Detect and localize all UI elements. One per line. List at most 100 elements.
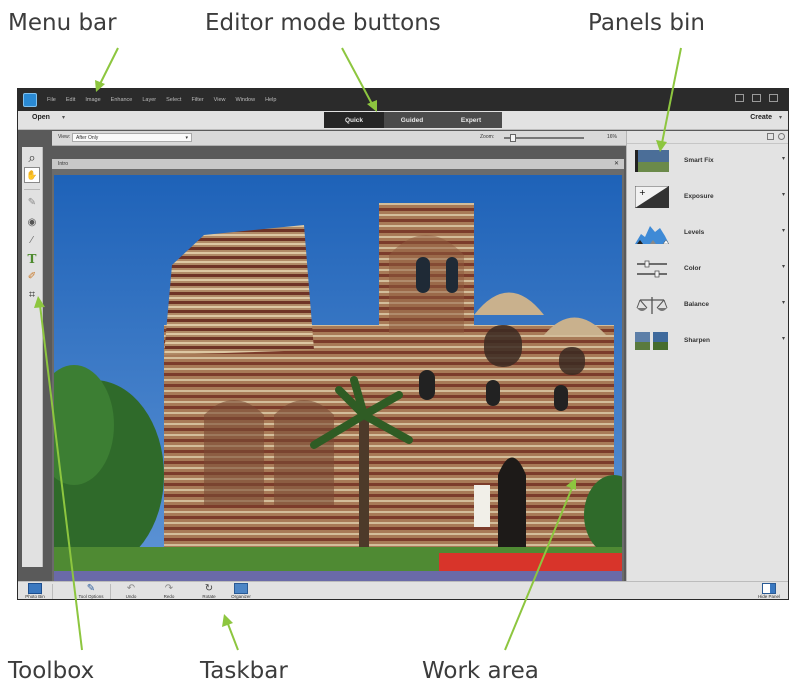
- toolbox-divider: [24, 189, 40, 190]
- panels-bin-header: [627, 131, 788, 144]
- document-tab[interactable]: Intro ✕: [52, 159, 624, 169]
- organizer-button[interactable]: Organizer: [228, 582, 254, 599]
- chevron-down-icon[interactable]: ▾: [782, 335, 785, 342]
- church-window: [486, 380, 500, 406]
- hide-panel-label: Hide Panel: [757, 594, 780, 599]
- panel-menu-icon[interactable]: [767, 133, 774, 140]
- menu-items: File Edit Image Enhance Layer Select Fil…: [47, 97, 286, 103]
- maximize-icon[interactable]: [752, 94, 761, 102]
- chevron-down-icon[interactable]: ▾: [782, 299, 785, 306]
- panel-color[interactable]: Color ▾: [627, 254, 788, 284]
- mode-expert-button[interactable]: Expert: [440, 112, 502, 128]
- callout-taskbar: Taskbar: [200, 658, 288, 684]
- callout-toolbox: Toolbox: [8, 658, 95, 684]
- redo-label: Redo: [163, 594, 175, 599]
- menu-enhance[interactable]: Enhance: [111, 97, 133, 103]
- rotate-button[interactable]: ↻ Rotate: [196, 582, 222, 599]
- red-eye-icon[interactable]: ◉: [24, 215, 40, 231]
- purple-flowers: [54, 571, 622, 581]
- zoom-label: Zoom:: [480, 134, 495, 140]
- menu-bar: File Edit Image Enhance Layer Select Fil…: [18, 89, 788, 111]
- view-label: View:: [58, 134, 71, 140]
- menu-edit[interactable]: Edit: [66, 97, 75, 103]
- taskbar: Photo Bin ✎ Tool Options ↶ Undo ↷ Redo ↻…: [18, 581, 788, 599]
- hand-icon[interactable]: ✋: [24, 167, 40, 183]
- menu-filter[interactable]: Filter: [191, 97, 203, 103]
- create-dropdown-icon[interactable]: ▾: [779, 114, 782, 121]
- minimize-icon[interactable]: [735, 94, 744, 102]
- crop-icon[interactable]: ⌗: [24, 287, 40, 303]
- panel-options-icon[interactable]: [778, 133, 785, 140]
- zoom-slider[interactable]: [504, 134, 584, 142]
- menu-window[interactable]: Window: [236, 97, 256, 103]
- document-name: Intro: [58, 161, 69, 167]
- taskbar-divider: [52, 584, 53, 599]
- create-button[interactable]: Create: [750, 114, 772, 121]
- tool-options-button[interactable]: ✎ Tool Options: [78, 582, 104, 599]
- chevron-down-icon[interactable]: ▾: [782, 191, 785, 198]
- zoom-icon[interactable]: ⌕: [24, 149, 40, 165]
- close-icon[interactable]: [769, 94, 778, 102]
- mode-quick-button[interactable]: Quick: [324, 112, 384, 128]
- open-dropdown-icon[interactable]: ▾: [62, 114, 65, 121]
- zoom-value: 16%: [607, 134, 618, 140]
- view-select[interactable]: After Only ▾: [72, 133, 192, 142]
- arrow-taskbar: [227, 623, 239, 651]
- quick-selection-icon[interactable]: ✎: [24, 195, 40, 211]
- tool-options-icon: ✎: [86, 583, 96, 594]
- panels-bin: Smart Fix ▾ + Exposure ▾ Levels ▾ Color: [626, 131, 788, 581]
- panel-color-label: Color: [684, 265, 701, 272]
- lower-arch: [274, 400, 334, 505]
- view-options-bar: View: After Only ▾ Zoom: 16%: [52, 131, 627, 146]
- panel-sharpen[interactable]: Sharpen ▾: [627, 326, 788, 356]
- church-window: [554, 385, 568, 411]
- redo-icon: ↷: [164, 583, 174, 594]
- work-area: Intro ✕: [52, 159, 624, 584]
- svg-text:+: +: [639, 188, 646, 197]
- tool-options-label: Tool Options: [78, 594, 104, 599]
- arrow-menu-bar: [99, 47, 119, 85]
- exposure-icon: +: [635, 186, 669, 208]
- panel-exposure-label: Exposure: [684, 193, 714, 200]
- zoom-slider-thumb[interactable]: [510, 134, 516, 142]
- menu-image[interactable]: Image: [85, 97, 100, 103]
- chevron-down-icon[interactable]: ▾: [782, 263, 785, 270]
- panel-exposure[interactable]: + Exposure ▾: [627, 182, 788, 212]
- horizontal-type-icon[interactable]: T: [24, 251, 40, 267]
- lower-arch: [204, 400, 264, 505]
- toolbox: ⌕ ✋ ✎ ◉ ⁄ T ✐ ⌗: [22, 147, 43, 567]
- window-controls: [735, 94, 778, 102]
- panel-smart-fix-label: Smart Fix: [684, 157, 714, 164]
- panel-levels[interactable]: Levels ▾: [627, 218, 788, 248]
- redo-button[interactable]: ↷ Redo: [156, 582, 182, 599]
- close-document-icon[interactable]: ✕: [614, 160, 619, 167]
- menu-file[interactable]: File: [47, 97, 56, 103]
- tower-window: [446, 257, 458, 293]
- church-door: [498, 457, 526, 560]
- hide-panel-icon: [762, 583, 776, 594]
- panel-smart-fix[interactable]: Smart Fix ▾: [627, 146, 788, 176]
- church-window: [559, 347, 585, 375]
- hide-panel-button[interactable]: Hide Panel: [756, 582, 782, 599]
- chevron-down-icon[interactable]: ▾: [782, 227, 785, 234]
- smart-fix-icon: [635, 150, 669, 172]
- menu-view[interactable]: View: [214, 97, 226, 103]
- menu-layer[interactable]: Layer: [142, 97, 156, 103]
- panel-levels-label: Levels: [684, 229, 705, 236]
- callout-menu-bar: Menu bar: [8, 10, 117, 36]
- mode-guided-button[interactable]: Guided: [384, 112, 440, 128]
- taskbar-divider: [110, 584, 111, 599]
- photo-canvas[interactable]: [54, 175, 622, 581]
- panel-balance[interactable]: Balance ▾: [627, 290, 788, 320]
- whiten-teeth-icon[interactable]: ⁄: [24, 233, 40, 249]
- undo-button[interactable]: ↶ Undo: [118, 582, 144, 599]
- menu-select[interactable]: Select: [166, 97, 181, 103]
- photo-bin-label: Photo Bin: [25, 594, 45, 599]
- chevron-down-icon[interactable]: ▾: [782, 155, 785, 162]
- organizer-icon: [234, 583, 248, 594]
- photo-bin-button[interactable]: Photo Bin: [22, 582, 48, 599]
- menu-help[interactable]: Help: [265, 97, 276, 103]
- open-button[interactable]: Open: [32, 114, 50, 121]
- spot-healing-icon[interactable]: ✐: [24, 269, 40, 285]
- callout-panels-bin: Panels bin: [588, 10, 705, 36]
